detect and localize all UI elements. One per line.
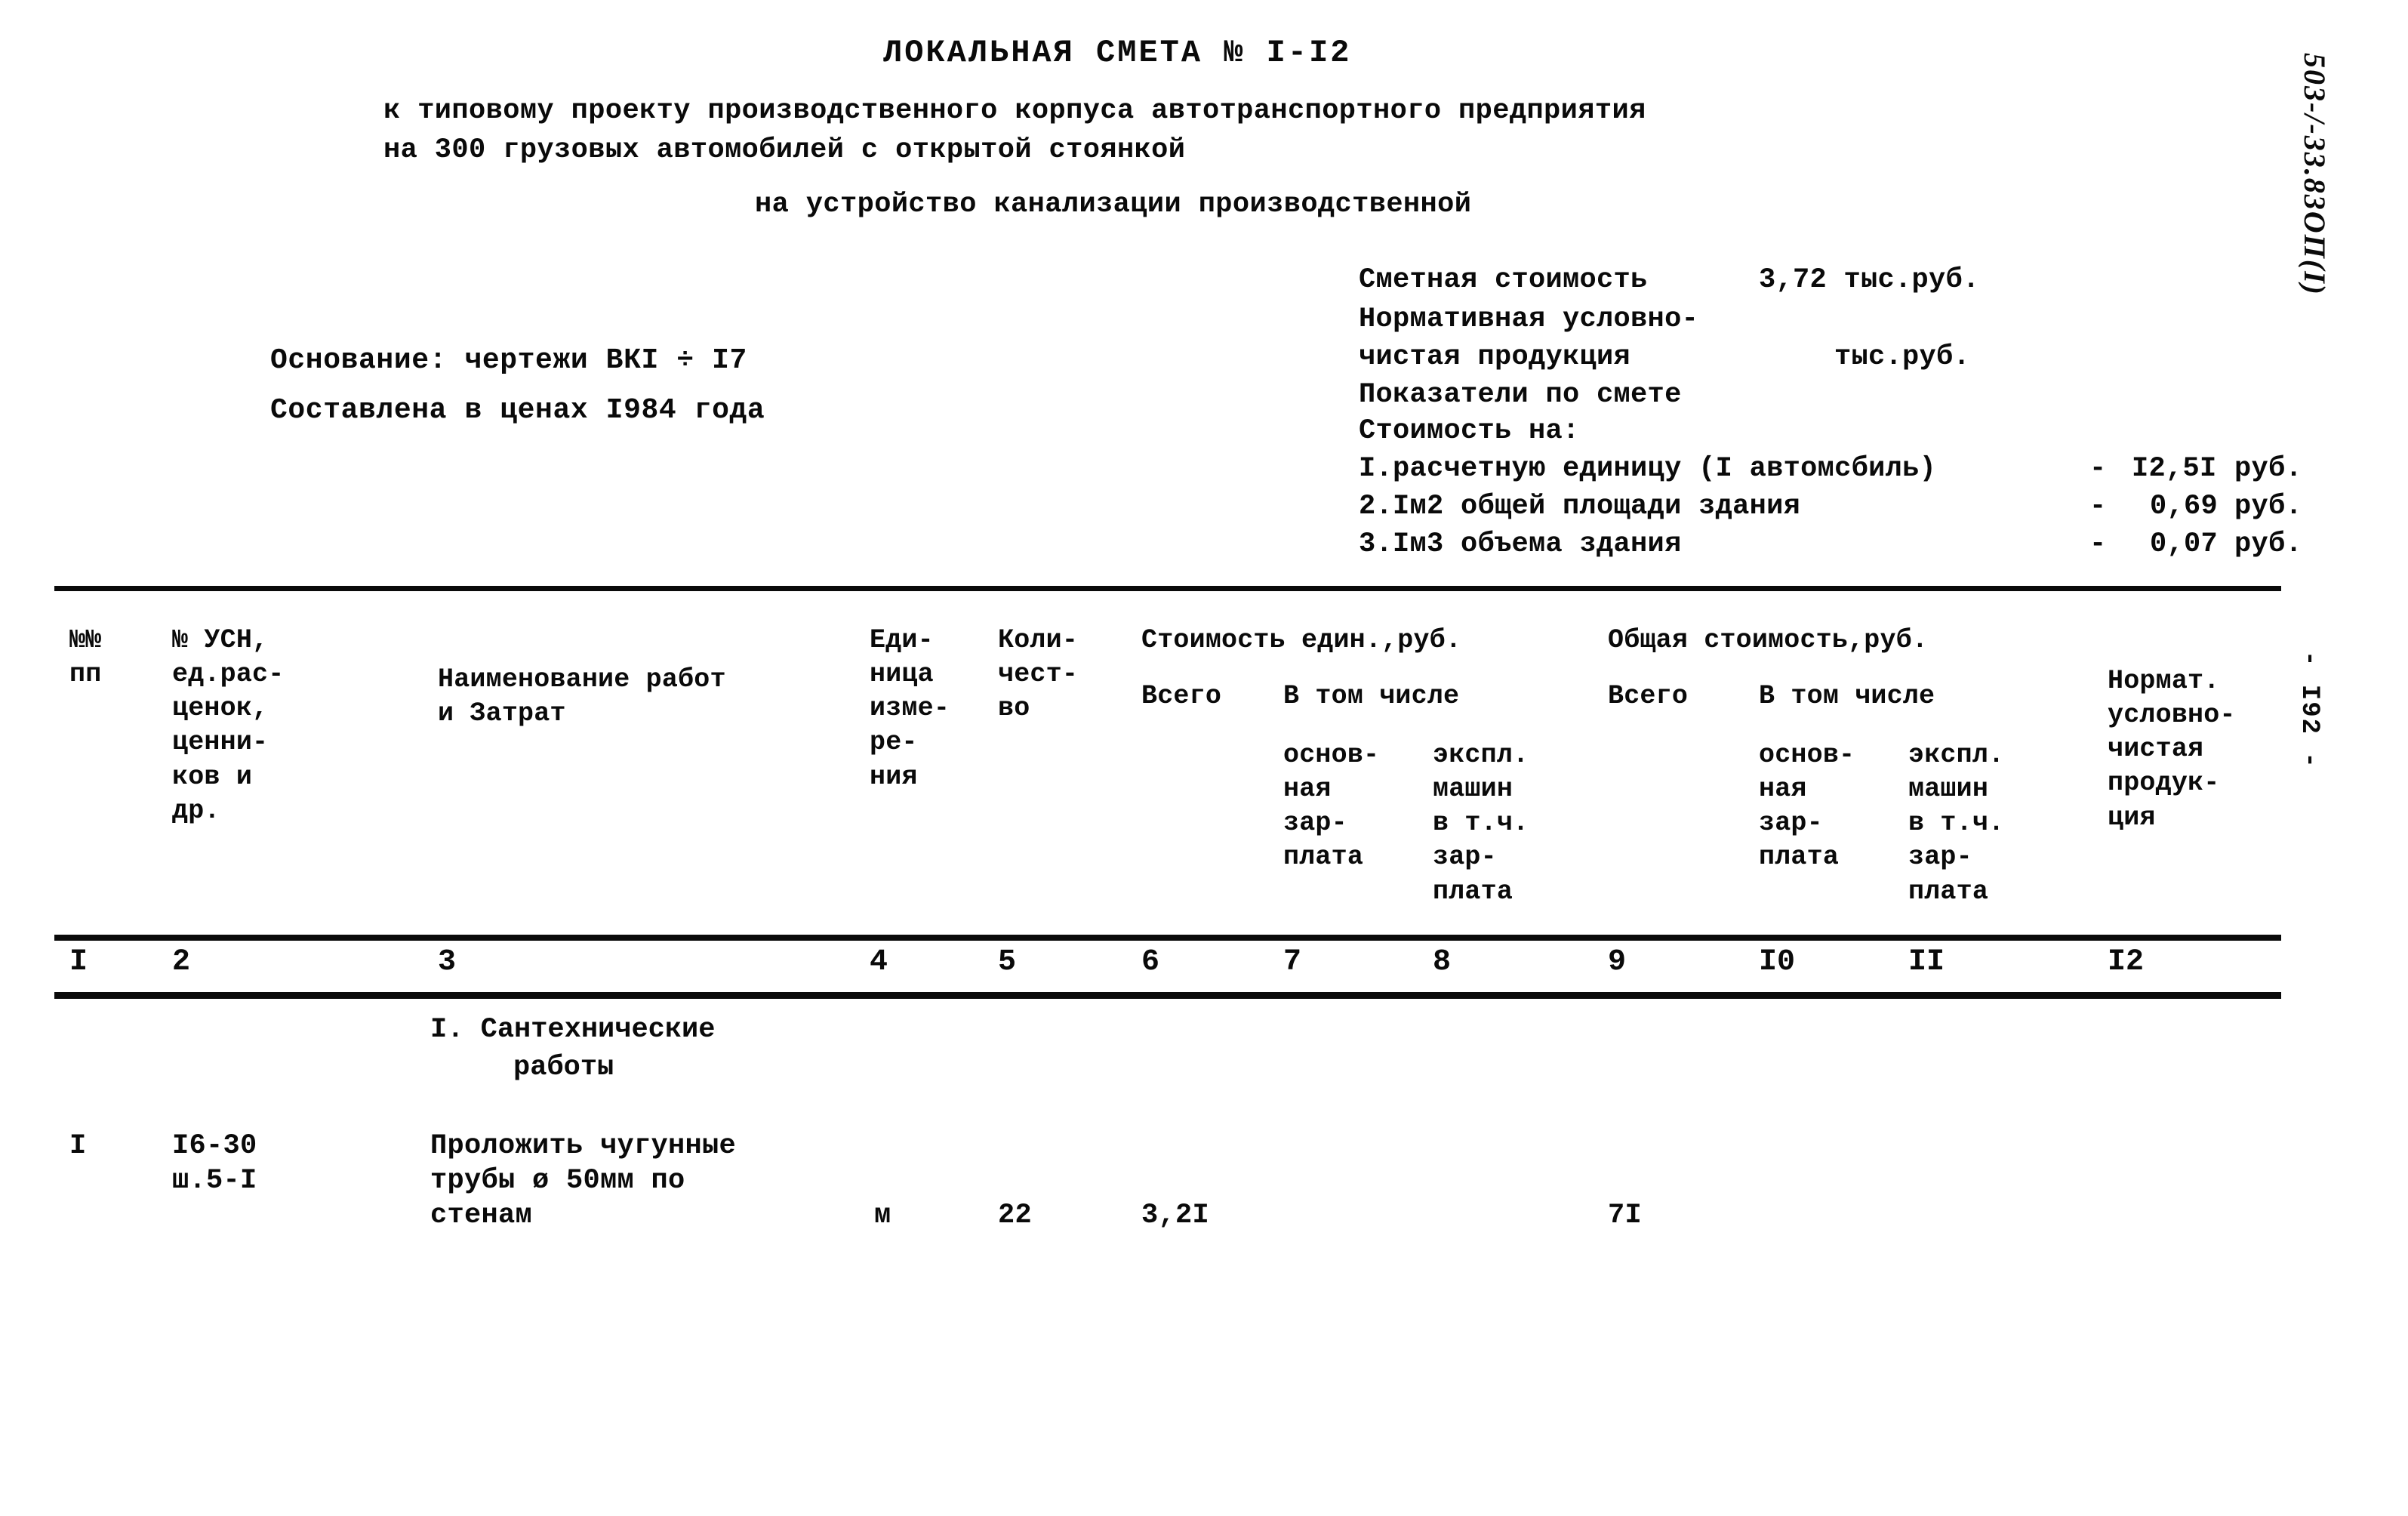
table-header-col-4: Еди- ница изме- ре- ния — [870, 625, 950, 792]
basis-line-2: Составлена в ценах I984 года — [270, 394, 765, 427]
table-rule-bottom — [54, 992, 2281, 999]
indicator-value-1: I2,5I — [2132, 453, 2217, 485]
table-header-col-2: № УСН, ед.рас- ценок, ценни- ков и др. — [172, 625, 285, 826]
table-header-col-3: Наименование работ и Затрат — [438, 664, 726, 729]
table-header-group-unit-cost: Стоимость един.,руб. — [1141, 625, 1462, 655]
row-1-unit: м — [874, 1200, 891, 1231]
archive-code-vertical: 503-/-33.83ОП(I) — [2298, 53, 2332, 296]
column-number-7: 7 — [1283, 945, 1302, 979]
cost-per-label: Стоимость на: — [1359, 415, 1580, 447]
column-number-9: 9 — [1608, 945, 1627, 979]
table-header-group-total-cost: Общая стоимость,руб. — [1608, 625, 1929, 655]
section-title-line-2: работы — [513, 1052, 614, 1083]
row-1-quantity: 22 — [998, 1200, 1033, 1231]
table-header-col-8: экспл. машин в т.ч. зар- плата — [1433, 740, 1529, 907]
column-number-10: I0 — [1759, 945, 1796, 979]
indicator-value-3: 0,07 — [2150, 528, 2219, 560]
indicators-label: Показатели по смете — [1359, 379, 1682, 411]
indicator-label-2: 2.Iм2 общей площади здания — [1359, 491, 1801, 522]
indicator-label-1: I.расчетную единицу (I автомсбиль) — [1359, 453, 1937, 485]
table-rule-middle — [54, 935, 2281, 941]
indicator-units-2: руб. — [2234, 491, 2303, 522]
document-title: ЛОКАЛЬНАЯ СМЕТА № I-I2 — [883, 35, 1352, 71]
column-number-8: 8 — [1433, 945, 1452, 979]
row-1-code-line-1: I6-30 — [172, 1130, 257, 1162]
table-header-col-10: основ- ная зар- плата — [1759, 740, 1855, 873]
indicator-units-1: руб. — [2234, 453, 2303, 485]
table-rule-top — [54, 586, 2281, 591]
table-header-group-unit-incl: В том числе — [1283, 681, 1460, 711]
row-1-name-line-3: стенам — [430, 1200, 533, 1231]
basis-line-1: Основание: чертежи ВКI ÷ I7 — [270, 344, 747, 377]
table-header-col-9: Всего — [1608, 681, 1689, 711]
table-header-col-1: №№ пп — [69, 625, 102, 690]
estimate-cost-label: Сметная стоимость — [1359, 264, 1648, 296]
row-1-number: I — [69, 1130, 87, 1162]
document-page: ЛОКАЛЬНАЯ СМЕТА № I-I2 к типовому проект… — [0, 0, 2408, 1516]
section-title-line-1: I. Сантехнические — [430, 1014, 716, 1046]
column-number-11: II — [1908, 945, 1945, 979]
indicator-label-3: 3.Iм3 объема здания — [1359, 528, 1682, 560]
column-number-2: 2 — [172, 945, 191, 979]
column-number-3: 3 — [438, 945, 457, 979]
nchp-label-line-1: Нормативная условно- — [1359, 304, 1699, 335]
column-number-1: I — [69, 945, 88, 979]
table-header-col-7: основ- ная зар- плата — [1283, 740, 1380, 873]
column-number-6: 6 — [1141, 945, 1160, 979]
row-1-name-line-2: трубы ø 50мм по — [430, 1165, 685, 1197]
indicator-units-3: руб. — [2234, 528, 2303, 560]
document-subtitle-line-3: на устройство канализации производственн… — [755, 189, 1472, 220]
indicator-dash-1: - — [2089, 453, 2107, 485]
indicator-dash-2: - — [2089, 491, 2107, 522]
table-header-col-6: Всего — [1141, 681, 1222, 711]
row-1-code-line-2: ш.5-I — [172, 1165, 257, 1197]
table-header-col-11: экспл. машин в т.ч. зар- плата — [1908, 740, 2005, 907]
table-header-col-5: Коли- чест- во — [998, 625, 1079, 724]
indicator-value-2: 0,69 — [2150, 491, 2219, 522]
nchp-label-line-2: чистая продукция — [1359, 341, 1631, 373]
row-1-name-line-1: Проложить чугунные — [430, 1130, 737, 1162]
table-header-group-total-incl: В том числе — [1759, 681, 1935, 711]
document-subtitle-line-2: на 300 грузовых автомобилей с открытой с… — [383, 134, 1186, 166]
page-marker-vertical: - I92 - — [2295, 651, 2323, 769]
indicator-dash-3: - — [2089, 528, 2107, 560]
row-1-grand-total: 7I — [1608, 1200, 1643, 1231]
nchp-units: тыс.руб. — [1834, 341, 1971, 373]
column-number-4: 4 — [870, 945, 888, 979]
document-subtitle-line-1: к типовому проекту производственного кор… — [383, 95, 1646, 127]
column-number-12: I2 — [2108, 945, 2145, 979]
row-1-unit-total: 3,2I — [1141, 1200, 1210, 1231]
estimate-cost-value: 3,72 тыс.руб. — [1759, 264, 1980, 296]
column-number-5: 5 — [998, 945, 1017, 979]
table-header-col-12: Нормат. условно- чистая продук- ция — [2108, 666, 2236, 833]
